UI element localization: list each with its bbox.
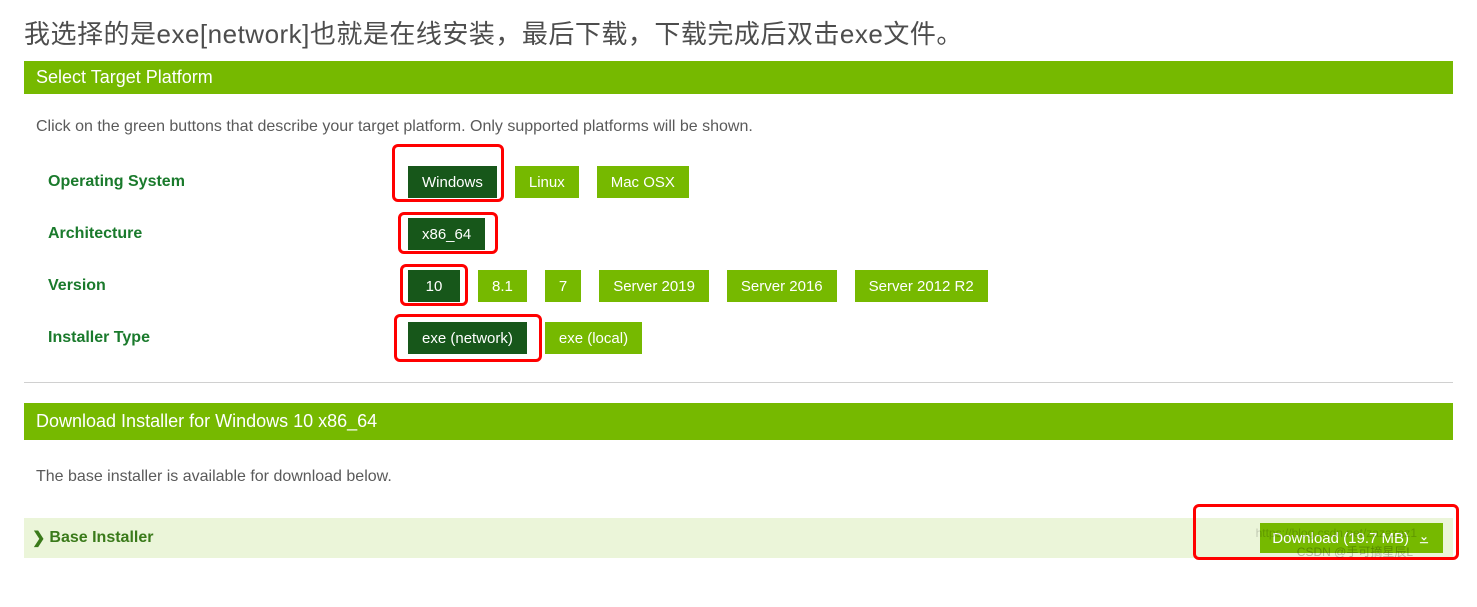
download-icon	[1417, 531, 1431, 545]
label-operating-system: Operating System	[24, 173, 408, 191]
divider	[24, 382, 1453, 383]
download-label: Download (19.7 MB)	[1272, 530, 1409, 547]
btn-installer-network[interactable]: exe (network)	[408, 322, 527, 354]
btn-ver-7[interactable]: 7	[545, 270, 581, 302]
label-architecture: Architecture	[24, 225, 408, 243]
btn-os-linux[interactable]: Linux	[515, 166, 579, 198]
btn-ver-server2016[interactable]: Server 2016	[727, 270, 837, 302]
row-version: Version 10 8.1 7 Server 2019 Server 2016…	[24, 260, 1453, 312]
label-version: Version	[24, 277, 408, 295]
intro-text: 我选择的是exe[network]也就是在线安装，最后下载，下载完成后双击exe…	[0, 0, 1477, 61]
btn-installer-local[interactable]: exe (local)	[545, 322, 642, 354]
btn-os-macosx[interactable]: Mac OSX	[597, 166, 689, 198]
platform-grid: Operating System Windows Linux Mac OSX A…	[0, 144, 1477, 372]
row-operating-system: Operating System Windows Linux Mac OSX	[24, 156, 1453, 208]
section-title-platform: Select Target Platform	[24, 61, 1453, 94]
btn-ver-8-1[interactable]: 8.1	[478, 270, 527, 302]
section-title-download: Download Installer for Windows 10 x86_64	[24, 403, 1453, 440]
base-installer-text: The base installer is available for down…	[24, 440, 1453, 494]
btn-ver-server2019[interactable]: Server 2019	[599, 270, 709, 302]
row-architecture: Architecture x86_64	[24, 208, 1453, 260]
btn-ver-server2012r2[interactable]: Server 2012 R2	[855, 270, 988, 302]
label-installer-type: Installer Type	[24, 329, 408, 347]
base-installer-label: Base Installer	[49, 529, 153, 547]
download-button[interactable]: Download (19.7 MB)	[1260, 523, 1443, 553]
btn-ver-10[interactable]: 10	[408, 270, 460, 302]
instruction-text: Click on the green buttons that describe…	[24, 94, 1453, 144]
row-installer-type: Installer Type exe (network) exe (local)	[24, 312, 1453, 364]
btn-arch-x86-64[interactable]: x86_64	[408, 218, 485, 250]
btn-os-windows[interactable]: Windows	[408, 166, 497, 198]
chevron-right-icon: ❯	[32, 528, 45, 548]
base-installer-row: ❯ Base Installer Download (19.7 MB) http…	[24, 518, 1453, 558]
